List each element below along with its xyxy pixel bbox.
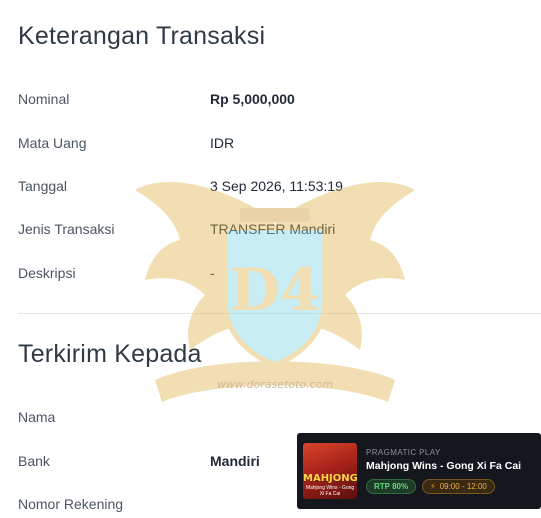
detail-row-type: Jenis Transaksi TRANSFER Mandiri (18, 218, 523, 240)
game-provider: PRAGMATIC PLAY (366, 448, 441, 457)
game-title[interactable]: Mahjong Wins - Gong Xi Fa Cai (366, 460, 521, 472)
detail-value: IDR (210, 135, 235, 151)
detail-label: Nominal (18, 91, 70, 107)
detail-row-currency: Mata Uang IDR (18, 132, 523, 154)
detail-row-date: Tanggal 3 Sep 2026, 11:53:19 (18, 175, 523, 197)
transaction-detail-page: Keterangan Transaksi Nominal Rp 5,000,00… (0, 0, 541, 518)
game-thumbnail[interactable]: MAHJONG Mahjong Wins - Gong Xi Fa Cai (303, 443, 357, 499)
recipient-value: Mandiri (210, 453, 260, 469)
detail-value: 3 Sep 2026, 11:53:19 (210, 178, 343, 194)
section-title-details: Keterangan Transaksi (18, 22, 266, 50)
detail-label: Deskripsi (18, 265, 76, 281)
detail-label: Tanggal (18, 178, 68, 194)
bolt-icon: ⚡ (430, 482, 436, 491)
detail-value: Rp 5,000,000 (210, 91, 295, 107)
thumbnail-title: MAHJONG (303, 473, 357, 484)
detail-row-description: Deskripsi - (18, 262, 523, 284)
section-divider (18, 313, 541, 314)
game-promo-card[interactable]: MAHJONG Mahjong Wins - Gong Xi Fa Cai PR… (297, 433, 541, 509)
detail-value: - (210, 265, 215, 281)
recipient-label: Nama (18, 409, 56, 425)
thumbnail-subtitle: Mahjong Wins - Gong Xi Fa Cai (305, 485, 355, 497)
rtp-badge: RTP 80% (366, 479, 417, 494)
recipient-label: Nomor Rekening (18, 496, 124, 512)
promo-badges: RTP 80% ⚡ 09:00 - 12:00 (366, 479, 521, 494)
promo-info: PRAGMATIC PLAY Mahjong Wins - Gong Xi Fa… (366, 448, 521, 494)
detail-label: Jenis Transaksi (18, 221, 115, 237)
detail-label: Mata Uang (18, 135, 87, 151)
time-badge-text: 09:00 - 12:00 (439, 482, 487, 491)
detail-row-nominal: Nominal Rp 5,000,000 (18, 88, 523, 110)
recipient-row-name: Nama (18, 406, 523, 428)
detail-value: TRANSFER Mandiri (210, 221, 336, 237)
recipient-label: Bank (18, 453, 50, 469)
section-title-recipient: Terkirim Kepada (18, 340, 202, 368)
time-badge: ⚡ 09:00 - 12:00 (422, 479, 495, 494)
watermark-ribbon-text: www.dorasetoto.com (217, 378, 333, 391)
